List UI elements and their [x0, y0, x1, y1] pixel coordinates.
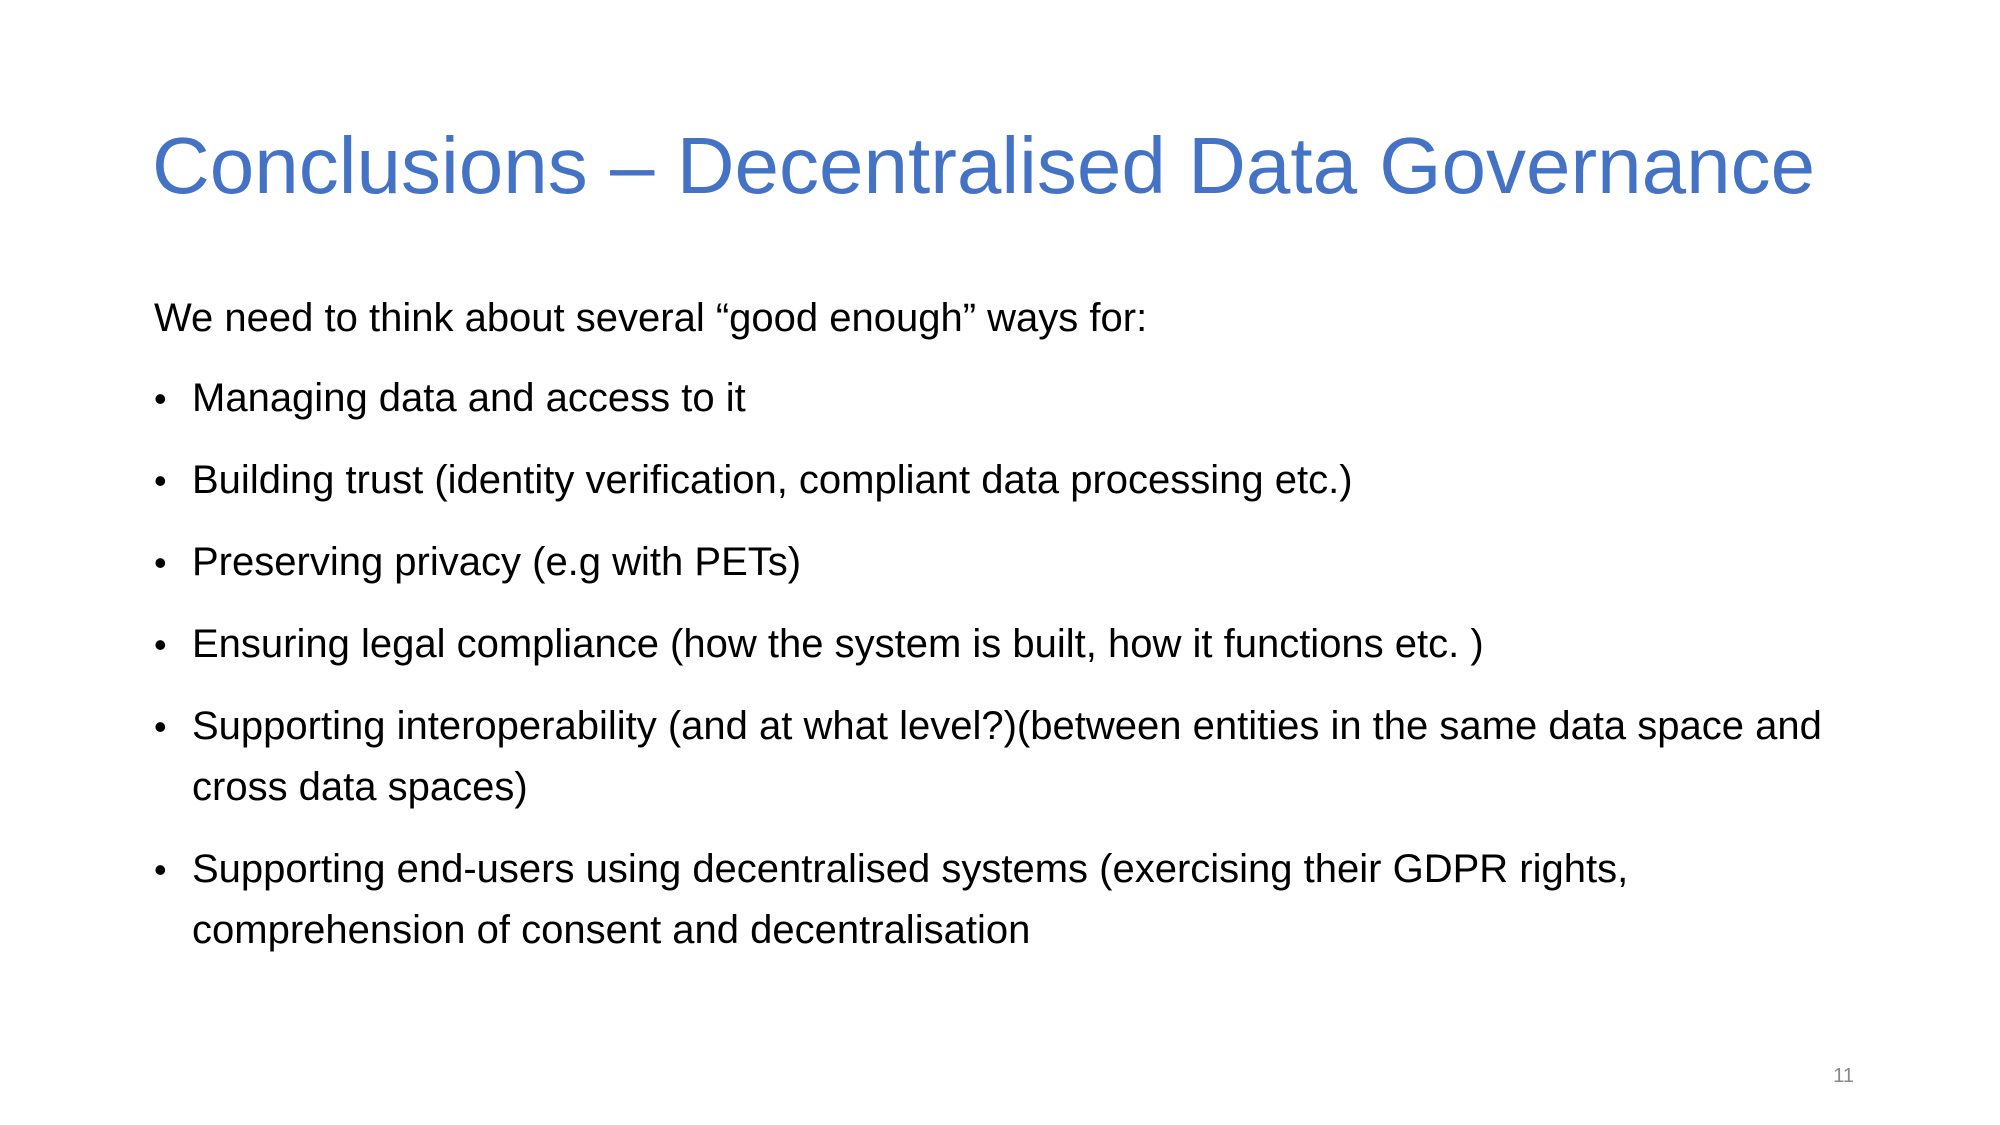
bullet-item: • Managing data and access to it: [154, 368, 1874, 429]
bullet-text: Ensuring legal compliance (how the syste…: [192, 622, 1484, 666]
bullet-dot-icon: •: [154, 706, 167, 747]
bullet-item: • Preserving privacy (e.g with PETs): [154, 532, 1874, 593]
bullet-item: • Supporting interoperability (and at wh…: [154, 696, 1874, 818]
bullet-item: • Ensuring legal compliance (how the sys…: [154, 614, 1874, 675]
bullet-item: • Building trust (identity verification,…: [154, 450, 1874, 511]
bullet-text: Supporting end-users using decentralised…: [192, 847, 1629, 952]
bullet-dot-icon: •: [154, 378, 167, 419]
bullet-text: Managing data and access to it: [192, 376, 746, 420]
bullet-dot-icon: •: [154, 849, 167, 890]
bullet-item: • Supporting end-users using decentralis…: [154, 839, 1874, 961]
slide: Conclusions – Decentralised Data Governa…: [0, 0, 2000, 1125]
slide-body: We need to think about several “good eno…: [154, 288, 1874, 982]
bullet-text: Preserving privacy (e.g with PETs): [192, 540, 802, 584]
bullet-text: Supporting interoperability (and at what…: [192, 704, 1822, 809]
bullet-dot-icon: •: [154, 542, 167, 583]
bullet-dot-icon: •: [154, 460, 167, 501]
bullet-list: • Managing data and access to it • Build…: [154, 368, 1874, 961]
bullet-dot-icon: •: [154, 624, 167, 665]
intro-text: We need to think about several “good eno…: [154, 296, 1148, 340]
page-number: 11: [1833, 1065, 1854, 1087]
bullet-text: Building trust (identity verification, c…: [192, 458, 1353, 502]
slide-title: Conclusions – Decentralised Data Governa…: [152, 121, 1816, 210]
